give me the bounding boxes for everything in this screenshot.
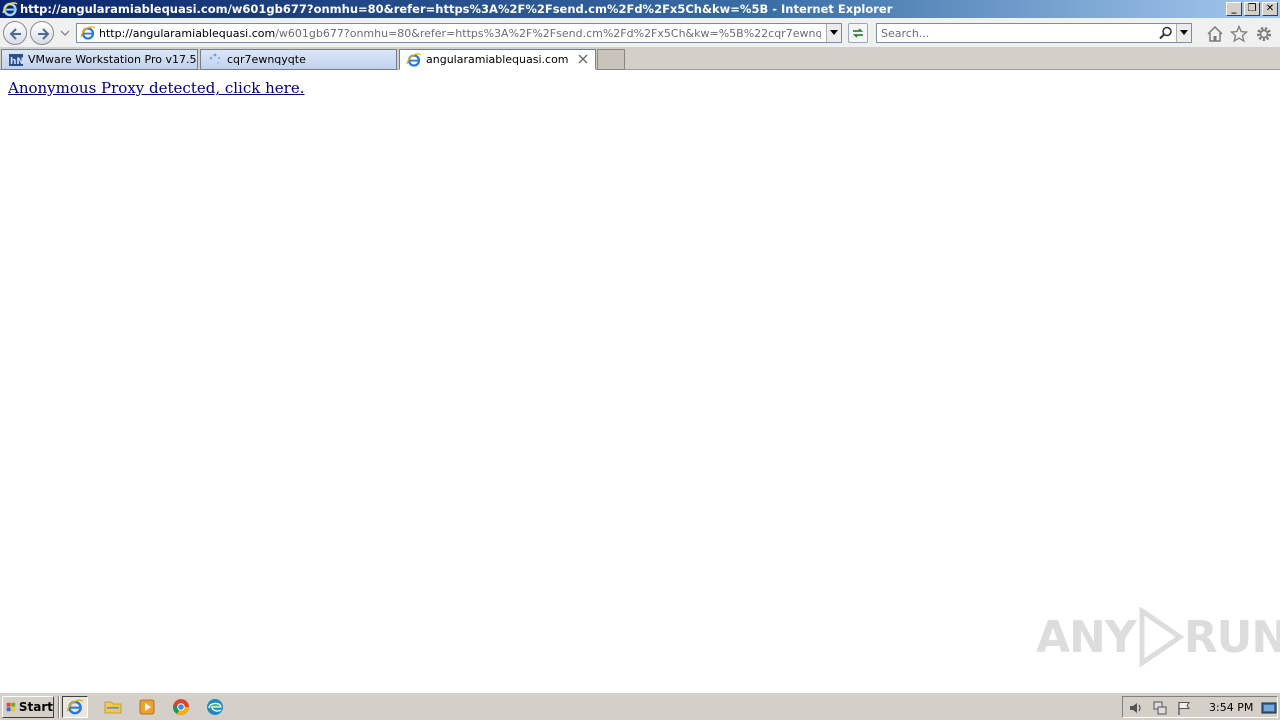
window-title-bar[interactable]: http://angularamiablequasi.com/w601gb677…	[0, 0, 1280, 18]
windows-logo-icon	[6, 702, 16, 712]
search-box[interactable]	[876, 23, 1192, 43]
ie-logo-icon	[2, 2, 18, 17]
favorites-star-icon[interactable]	[1230, 25, 1248, 43]
minimize-button[interactable]: _	[1226, 2, 1242, 16]
tab-cqr7ewnqyqte[interactable]: cqr7ewnqyqte	[200, 49, 397, 70]
address-url[interactable]: http://angularamiablequasi.com/w601gb677…	[99, 27, 821, 40]
play-triangle-icon	[1139, 607, 1184, 667]
show-desktop-icon[interactable]	[1261, 700, 1277, 716]
forward-arrow-icon	[38, 28, 50, 40]
ie-page-icon	[80, 26, 96, 40]
svg-text:hN: hN	[10, 57, 24, 67]
search-provider-dropdown[interactable]	[1176, 24, 1191, 42]
flag-icon[interactable]	[1176, 700, 1192, 716]
tab-label: VMware Workstation Pro v17.5....	[28, 53, 197, 66]
taskbar-chrome[interactable]	[168, 696, 194, 718]
forward-button[interactable]	[30, 21, 54, 45]
media-player-icon	[139, 699, 155, 715]
taskbar-media-player[interactable]	[134, 696, 160, 718]
folder-icon	[104, 701, 122, 714]
url-host: http://angularamiablequasi.com	[99, 26, 276, 40]
taskbar-edge[interactable]	[202, 696, 228, 718]
close-window-button[interactable]: ✕	[1262, 2, 1278, 16]
address-bar[interactable]: http://angularamiablequasi.com/w601gb677…	[76, 23, 842, 43]
chrome-icon	[172, 699, 189, 715]
tab-label: cqr7ewnqyqte	[227, 53, 306, 66]
start-label: Start	[18, 700, 53, 714]
back-button[interactable]	[3, 21, 27, 45]
network-icon[interactable]	[1152, 700, 1168, 716]
clock[interactable]: 3:54 PM	[1209, 701, 1253, 714]
start-button[interactable]: Start	[2, 696, 54, 718]
refresh-arrows-icon	[852, 28, 864, 38]
taskbar-internet-explorer[interactable]	[62, 696, 88, 718]
compatibility-view-button[interactable]	[848, 23, 868, 43]
chevron-down-icon	[830, 30, 838, 35]
watermark-text-right: RUN	[1183, 611, 1280, 663]
page-content: Anonymous Proxy detected, click here. AN…	[0, 71, 1280, 692]
taskbar-separator	[58, 696, 60, 718]
tab-bar: hN VMware Workstation Pro v17.5.... cqr7…	[0, 48, 1280, 70]
speaker-icon[interactable]	[1128, 700, 1144, 716]
system-tray: 3:54 PM	[1122, 696, 1278, 718]
chevron-down-icon	[1180, 30, 1188, 35]
internet-explorer-icon	[66, 699, 84, 715]
ie-page-icon	[406, 52, 422, 67]
window-controls: _ ❐ ✕	[1226, 2, 1278, 16]
tab-label: angularamiablequasi.com	[426, 53, 569, 66]
taskbar: Start 3:54 PM	[0, 692, 1280, 720]
url-path: /w601gb677?onmhu=80&refer=https%3A%2F%2F…	[275, 26, 821, 40]
vmware-icon: hN	[9, 53, 24, 67]
restore-button[interactable]: ❐	[1244, 2, 1260, 16]
tab-vmware[interactable]: hN VMware Workstation Pro v17.5....	[1, 49, 198, 70]
address-dropdown-button[interactable]	[826, 24, 841, 42]
search-icon[interactable]	[1159, 26, 1173, 40]
new-tab-button[interactable]	[597, 49, 625, 70]
search-input[interactable]	[881, 26, 1157, 40]
gear-icon[interactable]	[1255, 25, 1273, 43]
navigation-bar: http://angularamiablequasi.com/w601gb677…	[0, 18, 1280, 48]
window-title: http://angularamiablequasi.com/w601gb677…	[20, 2, 893, 16]
loading-icon	[209, 53, 221, 64]
back-arrow-icon	[9, 28, 21, 40]
watermark-text-left: ANY	[1036, 611, 1137, 663]
anyrun-watermark: ANY RUN	[1036, 607, 1280, 667]
home-icon[interactable]	[1206, 25, 1224, 43]
proxy-detected-link[interactable]: Anonymous Proxy detected, click here.	[8, 79, 304, 97]
close-tab-icon[interactable]	[577, 53, 589, 65]
taskbar-file-explorer[interactable]	[100, 696, 126, 718]
edge-icon	[207, 699, 223, 715]
history-dropdown-icon[interactable]	[60, 28, 70, 38]
tab-angularamiablequasi[interactable]: angularamiablequasi.com	[399, 49, 596, 70]
